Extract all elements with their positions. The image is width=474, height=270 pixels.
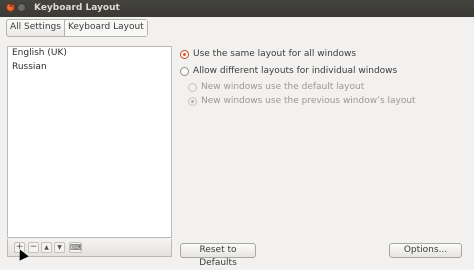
same-layout-option[interactable]: Use the same layout for all windows — [180, 48, 356, 60]
different-layouts-label: Allow different layouts for individual w… — [193, 66, 398, 76]
layout-list[interactable]: English (UK) Russian — [7, 46, 172, 238]
radio-icon[interactable] — [188, 96, 197, 106]
window-title: Keyboard Layout — [34, 3, 120, 13]
options-button[interactable]: Options... — [389, 243, 462, 258]
radio-icon[interactable] — [180, 49, 189, 59]
breadcrumb-keyboard-layout[interactable]: Keyboard Layout — [63, 20, 147, 36]
move-down-button[interactable]: ▼ — [54, 242, 65, 253]
different-layouts-option[interactable]: Allow different layouts for individual w… — [180, 65, 397, 77]
radio-icon[interactable] — [180, 66, 189, 76]
minimize-window-button[interactable] — [17, 3, 26, 12]
same-layout-label: Use the same layout for all windows — [193, 49, 357, 59]
previous-layout-label: New windows use the previous window’s la… — [201, 96, 416, 106]
list-item[interactable]: English (UK) — [8, 47, 171, 61]
breadcrumb-all-settings[interactable]: All Settings — [7, 20, 64, 36]
move-up-button[interactable]: ▲ — [41, 242, 52, 253]
reset-to-defaults-button[interactable]: Reset to Defaults — [180, 243, 256, 268]
close-window-button[interactable]: ✕ — [6, 2, 15, 12]
list-item[interactable]: Russian — [8, 61, 171, 75]
remove-layout-button[interactable]: − — [28, 242, 39, 253]
close-icon: ✕ — [8, 2, 14, 10]
previous-layout-option[interactable]: New windows use the previous window’s la… — [188, 95, 416, 107]
breadcrumb: All Settings Keyboard Layout — [6, 19, 148, 37]
radio-icon[interactable] — [188, 82, 197, 92]
default-layout-option[interactable]: New windows use the default layout — [188, 81, 364, 93]
default-layout-label: New windows use the default layout — [201, 82, 365, 92]
title-bar: ✕ Keyboard Layout — [0, 0, 474, 17]
keyboard-preview-button[interactable]: ⌨ — [69, 242, 82, 253]
layout-list-toolbar: + − ▲ ▼ ⌨ — [7, 239, 172, 257]
